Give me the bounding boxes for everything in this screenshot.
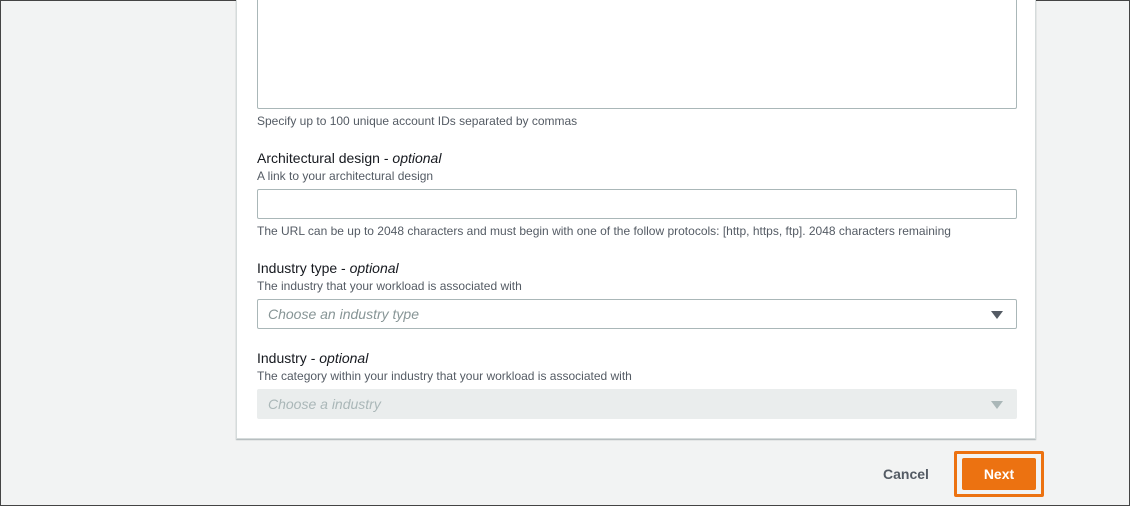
account-ids-hint: Specify up to 100 unique account IDs sep… — [257, 114, 578, 128]
industry-placeholder: Choose a industry — [268, 396, 381, 412]
page-frame: Specify up to 100 unique account IDs sep… — [0, 0, 1130, 506]
cancel-button[interactable]: Cancel — [871, 460, 941, 488]
caret-down-icon — [991, 311, 1003, 319]
industry-type-select[interactable]: Choose an industry type — [257, 299, 1017, 329]
industry-description: The category within your industry that y… — [257, 369, 632, 383]
industry-type-label: Industry type - optional — [257, 260, 399, 276]
industry-type-placeholder: Choose an industry type — [268, 306, 419, 322]
form-panel: Specify up to 100 unique account IDs sep… — [236, 0, 1036, 439]
architectural-design-description: A link to your architectural design — [257, 169, 434, 183]
caret-down-icon — [991, 401, 1003, 409]
account-ids-textarea[interactable] — [257, 0, 1017, 109]
industry-select: Choose a industry — [257, 389, 1017, 419]
architectural-design-input[interactable] — [257, 189, 1017, 219]
architectural-design-label: Architectural design - optional — [257, 150, 442, 166]
next-button-highlight: Next — [954, 451, 1044, 497]
industry-type-description: The industry that your workload is assoc… — [257, 279, 522, 293]
next-button[interactable]: Next — [962, 458, 1036, 490]
architectural-design-hint: The URL can be up to 2048 characters and… — [257, 224, 951, 238]
industry-label: Industry - optional — [257, 350, 369, 366]
